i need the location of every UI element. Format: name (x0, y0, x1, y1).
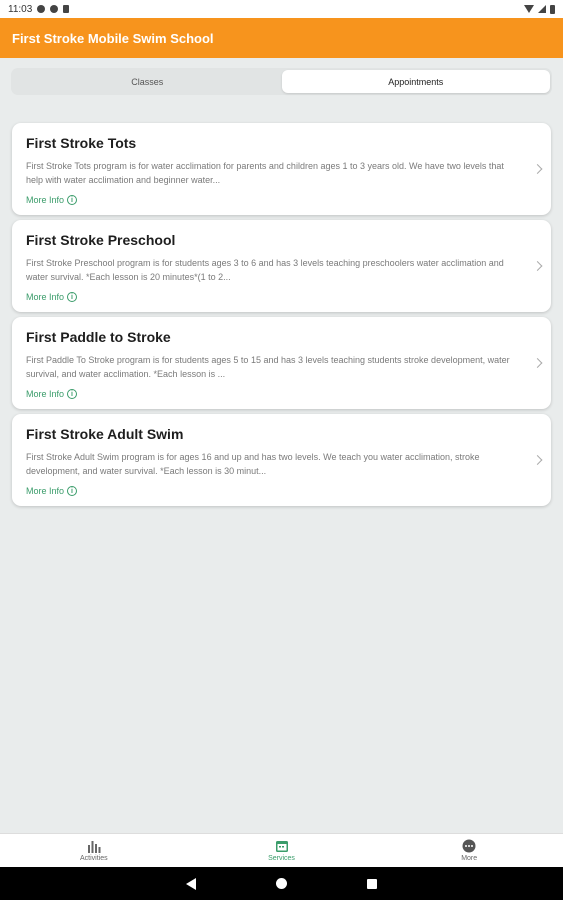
chevron-right-icon (532, 164, 543, 174)
service-description: First Stroke Preschool program is for st… (26, 258, 504, 282)
more-info-link[interactable]: More Info i (26, 486, 78, 496)
system-nav-bar (0, 867, 563, 900)
nav-services[interactable]: Services (188, 834, 376, 867)
service-title: First Stroke Adult Swim (26, 426, 184, 442)
more-info-link[interactable]: More Info i (26, 389, 78, 399)
sync-icon (50, 5, 59, 13)
bottom-nav: Activities Services More (0, 833, 563, 867)
more-info-label: More Info (26, 195, 65, 205)
nav-more[interactable]: More (375, 834, 563, 867)
service-card[interactable]: First Stroke Preschool First Stroke Pres… (12, 220, 551, 312)
nav-activities-label: Activities (80, 855, 108, 862)
more-info-link[interactable]: More Info i (26, 292, 78, 302)
more-icon (462, 839, 476, 853)
status-bar: 11:03 (0, 0, 563, 18)
tab-switcher: Classes Appointments (11, 68, 552, 95)
info-icon: i (67, 292, 78, 302)
tab-classes[interactable]: Classes (13, 70, 282, 93)
status-left: 11:03 (8, 3, 70, 15)
service-title: First Stroke Tots (26, 135, 137, 151)
service-title: First Paddle to Stroke (26, 329, 171, 345)
service-description: First Stroke Tots program is for water a… (26, 161, 504, 185)
service-description: First Stroke Adult Swim program is for a… (26, 452, 480, 476)
app-title: First Stroke Mobile Swim School (12, 30, 214, 46)
info-icon: i (67, 389, 78, 399)
service-title: First Stroke Preschool (26, 232, 176, 248)
nav-more-label: More (461, 855, 478, 862)
info-icon: i (67, 486, 78, 496)
home-icon[interactable] (276, 878, 287, 889)
more-info-link[interactable]: More Info i (26, 195, 78, 205)
service-card[interactable]: First Paddle to Stroke First Paddle To S… (12, 317, 551, 409)
chevron-right-icon (532, 455, 543, 465)
notification-icon (37, 5, 46, 13)
nav-services-label: Services (268, 855, 295, 862)
nav-activities[interactable]: Activities (0, 834, 188, 867)
sd-card-icon (63, 5, 70, 13)
calendar-icon (275, 839, 289, 853)
signal-icon (538, 5, 546, 13)
more-info-label: More Info (26, 292, 65, 302)
wifi-icon (524, 5, 534, 13)
service-description: First Paddle To Stroke program is for st… (26, 355, 510, 379)
status-time: 11:03 (8, 3, 33, 15)
back-icon[interactable] (186, 877, 196, 890)
chevron-right-icon (532, 261, 543, 271)
info-icon: i (67, 195, 78, 205)
chevron-right-icon (532, 358, 543, 368)
tab-appointments[interactable]: Appointments (281, 70, 550, 93)
battery-icon (550, 4, 555, 14)
service-card[interactable]: First Stroke Tots First Stroke Tots prog… (12, 123, 551, 215)
more-info-label: More Info (26, 389, 65, 399)
status-right (524, 4, 555, 14)
recent-apps-icon[interactable] (367, 878, 377, 889)
app-bar: First Stroke Mobile Swim School (0, 18, 563, 58)
services-list: First Stroke Tots First Stroke Tots prog… (12, 123, 551, 511)
bar-chart-icon (87, 839, 101, 853)
more-info-label: More Info (26, 486, 65, 496)
service-card[interactable]: First Stroke Adult Swim First Stroke Adu… (12, 414, 551, 506)
